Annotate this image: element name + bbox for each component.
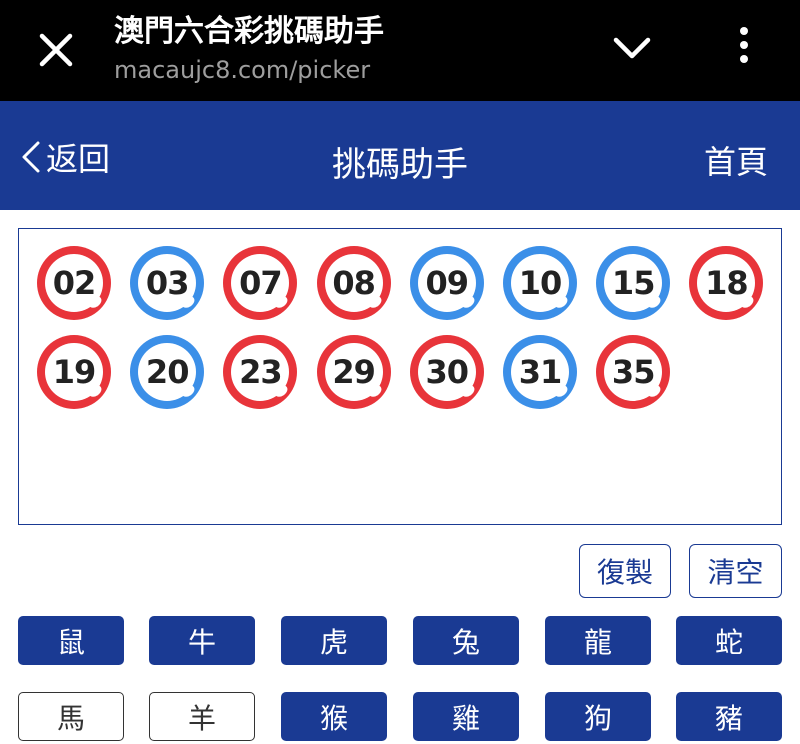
number-ball[interactable]: 31 bbox=[503, 335, 577, 409]
browser-url[interactable]: macaujc8.com/picker bbox=[114, 56, 370, 84]
zodiac-button[interactable]: 虎 bbox=[281, 616, 387, 665]
zodiac-button[interactable]: 蛇 bbox=[676, 616, 782, 665]
zodiac-button[interactable]: 雞 bbox=[413, 692, 519, 741]
number-ball[interactable]: 02 bbox=[37, 246, 111, 320]
selected-numbers-panel: 02 03 07 08 09 10 15 18 19 20 23 29 30 31 35 bbox=[18, 228, 782, 525]
number-ball[interactable]: 09 bbox=[409, 246, 484, 320]
ball-number: 10 bbox=[518, 264, 563, 302]
more-options-icon[interactable] bbox=[730, 26, 758, 66]
ball-number: 15 bbox=[611, 264, 656, 302]
close-icon[interactable] bbox=[32, 26, 80, 74]
ball-number: 29 bbox=[332, 353, 376, 391]
ball-number: 23 bbox=[239, 353, 283, 391]
browser-page-title: 澳門六合彩挑碼助手 bbox=[114, 14, 384, 49]
ball-number: 20 bbox=[145, 353, 190, 391]
zodiac-button[interactable]: 狗 bbox=[545, 692, 651, 741]
ball-number: 07 bbox=[239, 264, 283, 302]
ball-number: 03 bbox=[145, 264, 190, 302]
zodiac-button[interactable]: 馬 bbox=[18, 692, 124, 741]
ball-number: 02 bbox=[52, 264, 97, 302]
number-ball[interactable]: 10 bbox=[503, 246, 577, 320]
number-ball[interactable]: 20 bbox=[130, 335, 205, 409]
chevron-down-icon[interactable] bbox=[608, 26, 656, 70]
copy-button[interactable]: 復製 bbox=[579, 544, 671, 598]
zodiac-button[interactable]: 兔 bbox=[413, 616, 519, 665]
ball-number: 19 bbox=[52, 353, 97, 391]
number-ball[interactable]: 08 bbox=[316, 246, 391, 320]
clear-button[interactable]: 清空 bbox=[689, 544, 782, 598]
number-ball[interactable]: 15 bbox=[596, 246, 671, 320]
number-ball[interactable]: 23 bbox=[223, 335, 298, 409]
number-ball[interactable]: 29 bbox=[316, 335, 391, 409]
zodiac-button[interactable]: 羊 bbox=[149, 692, 255, 741]
number-ball[interactable]: 35 bbox=[596, 335, 671, 409]
number-ball[interactable]: 18 bbox=[689, 246, 764, 320]
ball-number: 31 bbox=[518, 353, 563, 391]
ball-number: 18 bbox=[705, 264, 749, 302]
ball-number: 09 bbox=[425, 264, 470, 302]
ball-number: 30 bbox=[425, 353, 470, 391]
zodiac-button[interactable]: 猴 bbox=[281, 692, 387, 741]
browser-toolbar: 澳門六合彩挑碼助手 macaujc8.com/picker bbox=[0, 0, 800, 101]
ball-number: 35 bbox=[611, 353, 656, 391]
zodiac-button[interactable]: 鼠 bbox=[18, 616, 124, 665]
zodiac-button[interactable]: 豬 bbox=[676, 692, 782, 741]
page-title: 挑碼助手 bbox=[332, 145, 468, 185]
number-ball[interactable]: 19 bbox=[37, 335, 111, 409]
home-button[interactable]: 首頁 bbox=[704, 137, 768, 183]
number-ball[interactable]: 30 bbox=[409, 335, 484, 409]
number-ball[interactable]: 03 bbox=[130, 246, 205, 320]
ball-number: 08 bbox=[332, 264, 376, 302]
zodiac-button[interactable]: 龍 bbox=[545, 616, 651, 665]
zodiac-button[interactable]: 牛 bbox=[149, 616, 255, 665]
app-header: 返回 挑碼助手 首頁 bbox=[0, 101, 800, 210]
number-ball[interactable]: 07 bbox=[223, 246, 298, 320]
